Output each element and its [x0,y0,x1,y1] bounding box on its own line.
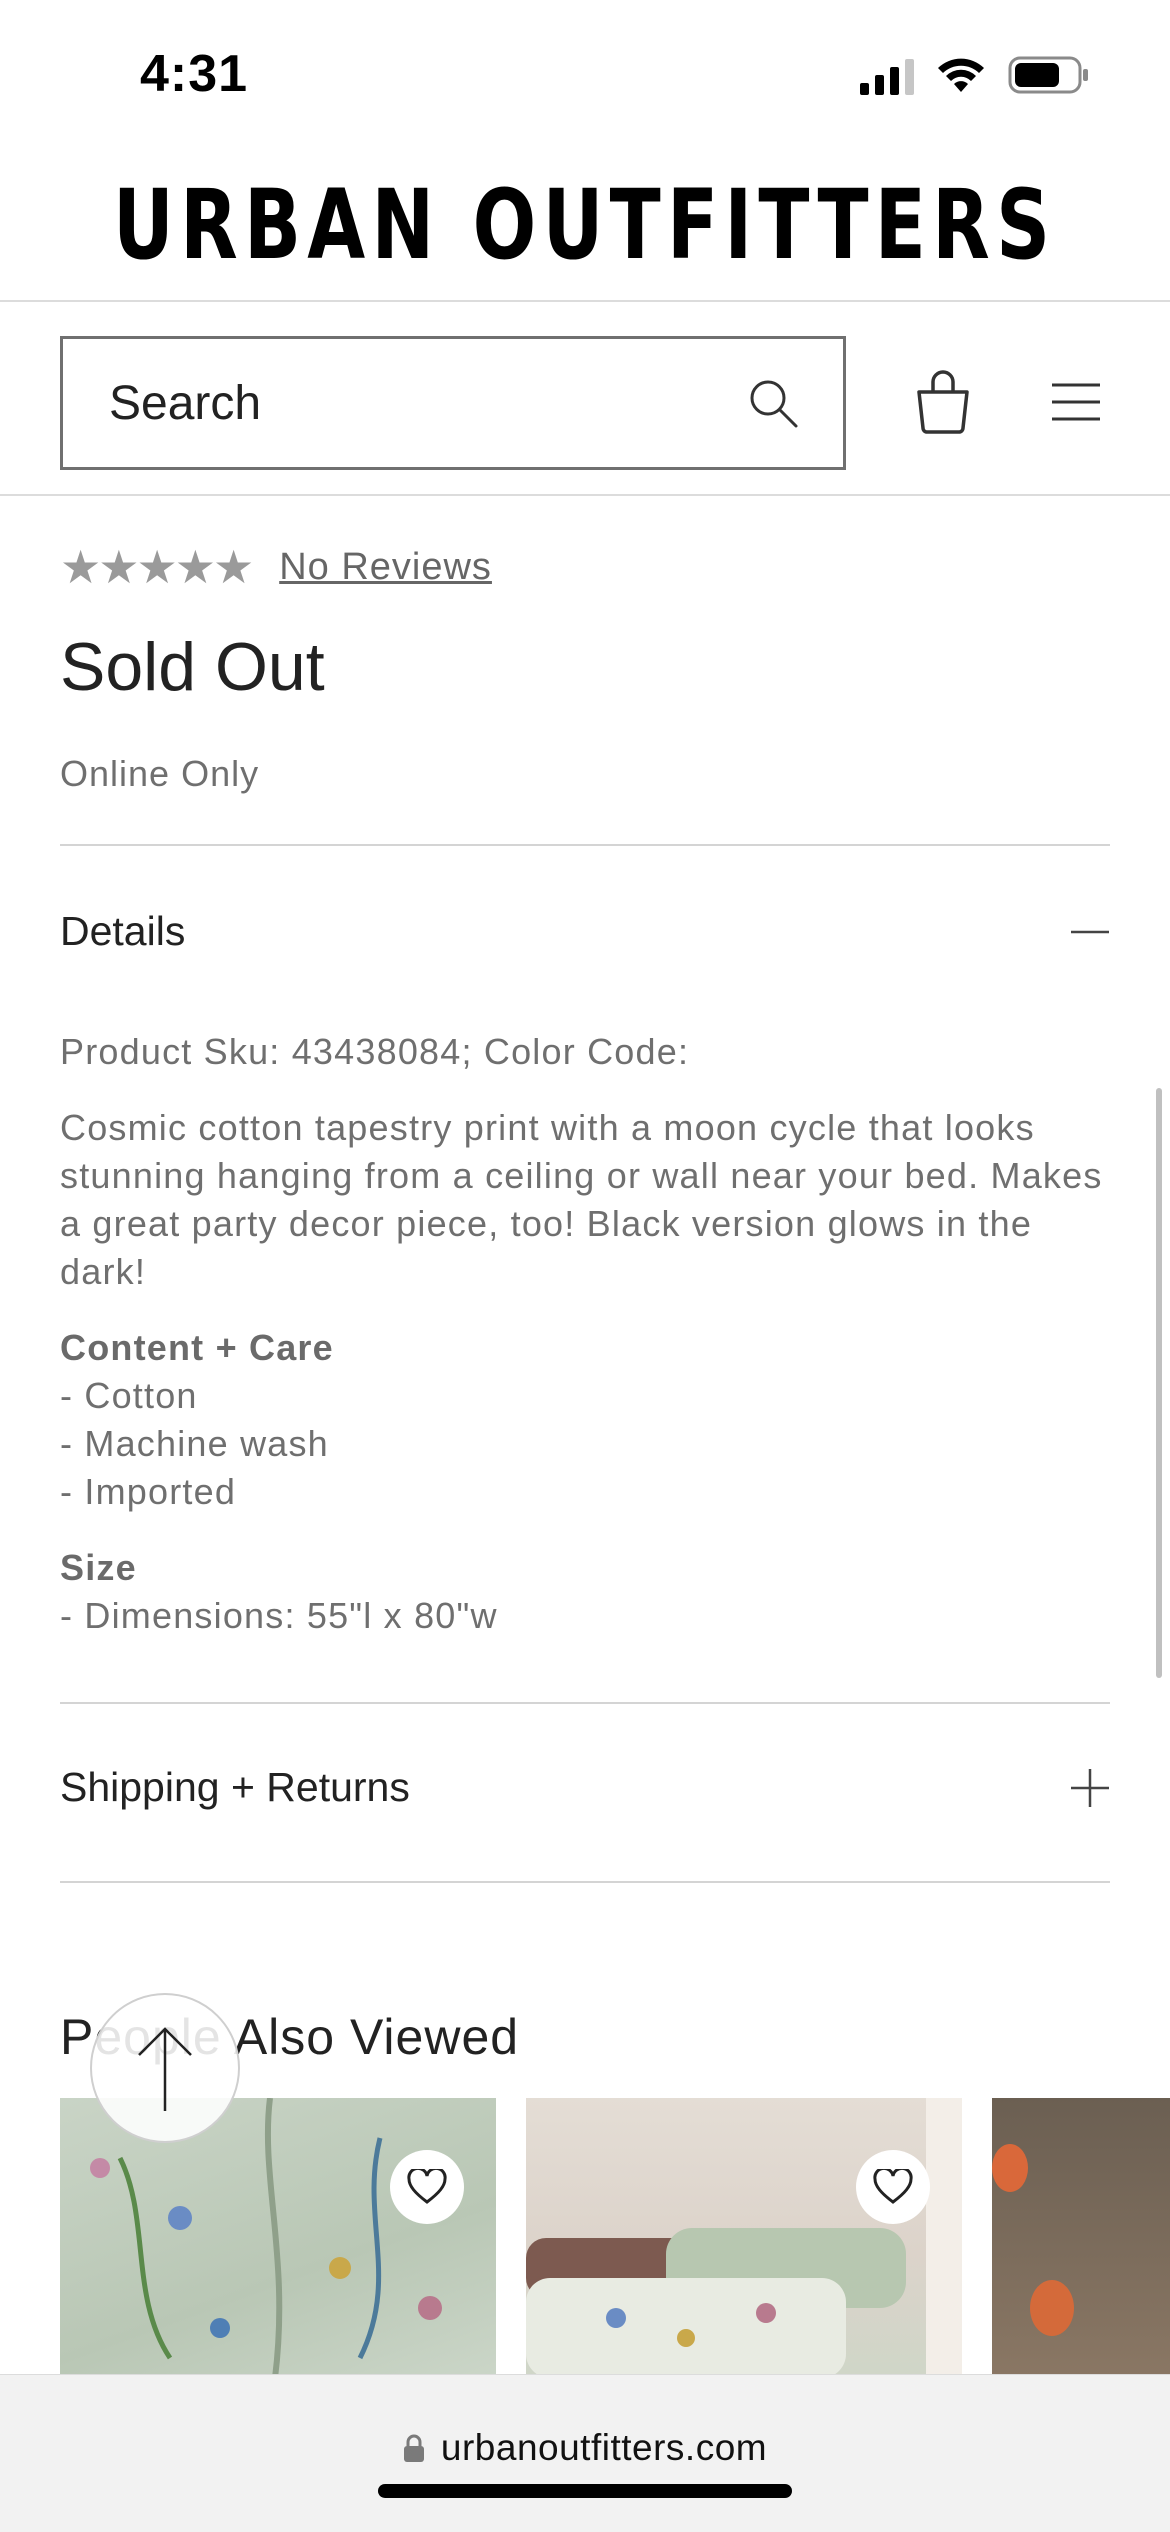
shopping-bag-button[interactable] [908,362,978,442]
status-icons [860,55,1090,95]
heart-icon [873,2169,913,2204]
details-body: Product Sku: 43438084; Color Code: Cosmi… [60,1028,1110,1640]
heart-icon [407,2169,447,2204]
menu-button[interactable] [1046,372,1106,432]
availability-text: Online Only [60,753,260,794]
content-care-label: Content + Care [60,1327,334,1368]
collapse-minus-icon[interactable] [1070,912,1110,952]
divider [60,1881,1110,1883]
search-placeholder: Search [109,376,262,430]
product-card[interactable] [60,2098,496,2378]
expand-plus-icon[interactable] [1070,1768,1110,1808]
search-icon[interactable] [747,377,799,429]
price-status: Sold Out [60,629,325,705]
home-indicator[interactable] [378,2484,792,2498]
product-sku: Product Sku: 43438084; Color Code: [60,1031,690,1072]
hamburger-menu-icon [1052,383,1100,421]
product-card[interactable] [992,2098,1170,2378]
reviews-link[interactable]: No Reviews [279,546,492,589]
floral-bedding-image [90,2098,442,2378]
divider [60,1702,1110,1704]
product-card[interactable] [526,2098,962,2378]
shopping-bag-icon [917,370,969,434]
shipping-accordion-header[interactable]: Shipping + Returns [60,1764,1110,1811]
arrow-up-icon [138,2027,192,2111]
browser-url-bar[interactable]: urbanoutfitters.com [0,2374,1170,2532]
search-row: Search [0,302,1170,496]
url-display[interactable]: urbanoutfitters.com [0,2427,1170,2469]
care-item: - Machine wash [60,1423,329,1464]
cellular-signal-icon [860,55,914,95]
care-item: - Cotton [60,1375,198,1416]
brand-header: URBAN OUTFITTERS [0,150,1170,302]
care-item: - Imported [60,1471,237,1512]
divider [60,844,1110,846]
battery-icon [1008,56,1088,94]
size-block: Size - Dimensions: 55"l x 80"w [60,1544,1110,1640]
status-bar: 4:31 [0,0,1170,150]
lock-icon [403,2434,424,2462]
url-text: urbanoutfitters.com [440,2427,768,2468]
string-lights-image [992,2144,1074,2336]
wishlist-heart-button[interactable] [856,2150,930,2224]
rating-stars: ★★★★★ [60,541,254,593]
recommendation-carousel[interactable] [60,2098,1170,2378]
scrollbar-thumb[interactable] [1156,1088,1162,1678]
status-time: 4:31 [140,45,249,103]
wishlist-heart-button[interactable] [390,2150,464,2224]
search-input[interactable]: Search [60,336,846,470]
wifi-icon [938,58,984,92]
rating-row: ★★★★★ No Reviews [60,544,492,590]
size-item: - Dimensions: 55"l x 80"w [60,1595,498,1636]
scroll-to-top-button[interactable] [90,1993,240,2143]
content-care-block: Content + Care - Cotton - Machine wash -… [60,1324,1110,1516]
details-title: Details [60,908,186,954]
details-accordion-header[interactable]: Details [60,908,1110,955]
product-description: Cosmic cotton tapestry print with a moon… [60,1107,1103,1292]
brand-logo[interactable]: URBAN OUTFITTERS [113,169,1056,281]
floral-pillows-image [526,2098,962,2378]
shipping-title: Shipping + Returns [60,1764,410,1810]
size-label: Size [60,1547,137,1588]
